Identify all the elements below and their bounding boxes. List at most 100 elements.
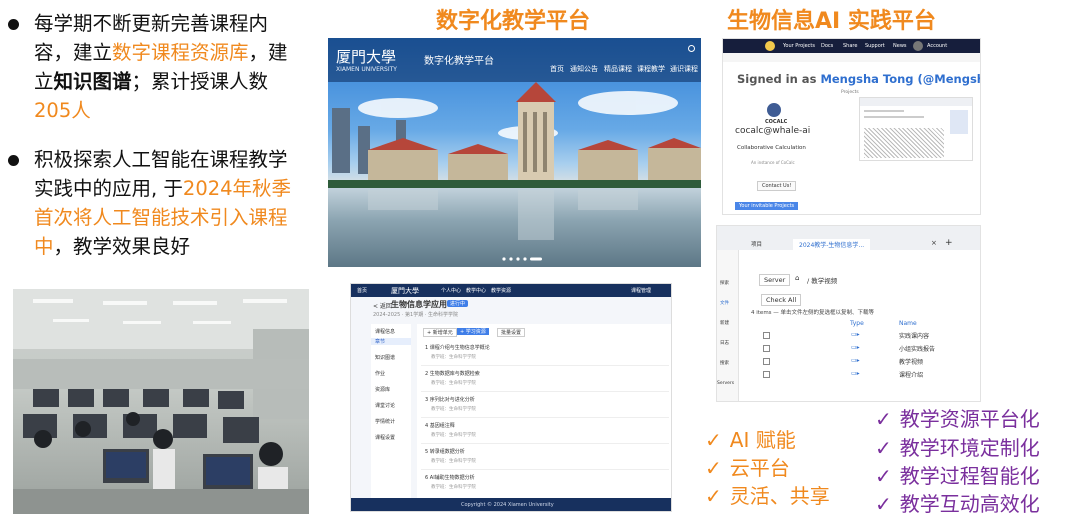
- sidebar-discussion[interactable]: 课堂讨论: [375, 402, 395, 409]
- avatar[interactable]: [913, 41, 923, 51]
- top-nav-personal[interactable]: 个人中心: [441, 287, 461, 294]
- table-row[interactable]: ▭▸ 课程介绍: [763, 369, 973, 380]
- sidebar-course-info[interactable]: 课程信息: [375, 328, 395, 335]
- table-row[interactable]: ▭▸ 小组实践报告: [763, 343, 973, 354]
- folder-name[interactable]: 实践课内容: [899, 331, 929, 340]
- course-status-badge: 进行中: [447, 300, 469, 307]
- projects-label: Projects: [841, 90, 859, 95]
- sidebar-homework[interactable]: 作业: [375, 370, 385, 377]
- check-ai-empower: ✓ AI 赋能: [705, 428, 796, 452]
- search-icon[interactable]: [688, 45, 695, 52]
- chapter-meta: 教学班：生命科学学院: [431, 459, 476, 464]
- close-icon[interactable]: ×: [931, 239, 937, 247]
- chapter-item-4[interactable]: 4 基因组注释 教学班：生命科学学院: [421, 420, 669, 444]
- batch-settings-button[interactable]: 批量设置: [497, 328, 526, 337]
- nav-notices[interactable]: 通知公告: [570, 64, 598, 74]
- folder-name[interactable]: 课程介绍: [899, 370, 923, 379]
- chapter-title: 6 AI辅助生物数据分析: [425, 475, 475, 481]
- menu-support[interactable]: Support: [865, 43, 885, 49]
- folder-icon: ▭▸: [851, 370, 860, 377]
- add-resource-button[interactable]: + 学习资源: [457, 328, 489, 335]
- cocalc-host: cocalc@whale-ai: [735, 126, 811, 136]
- bullet-dot: [8, 19, 19, 30]
- folder-icon: ▭▸: [851, 331, 860, 338]
- course-platform-screenshot: 首页 厦門大學 个人中心 教学中心 教学资源 课程管理 < 返回 生物信息学应用…: [350, 283, 672, 512]
- sidebar-log[interactable]: 日志: [720, 340, 729, 346]
- server-button[interactable]: Server: [759, 274, 791, 286]
- chapter-item-1[interactable]: 1 课程介绍与生物信息学概论 教学班：生命科学学院: [421, 342, 669, 366]
- menu-news[interactable]: News: [893, 43, 907, 49]
- chapter-item-3[interactable]: 3 序列比对与进化分析 教学班：生命科学学院: [421, 394, 669, 418]
- contact-us-button[interactable]: Contact Us!: [757, 181, 797, 191]
- folder-name[interactable]: 小组实践报告: [899, 344, 935, 353]
- user-link[interactable]: Mengsha Tong (@Mengsha): [820, 72, 980, 86]
- table-row[interactable]: ▭▸ 实践课内容: [763, 330, 973, 341]
- nav-featured-courses[interactable]: 精品课程: [604, 64, 632, 74]
- chapter-title: 2 生物数据库与数据检索: [425, 371, 480, 377]
- nav-course-teaching[interactable]: 课程教学: [637, 64, 665, 74]
- sidebar-chapters[interactable]: 章节: [371, 338, 411, 345]
- name-column-header[interactable]: Name: [899, 320, 917, 327]
- menu-docs[interactable]: Docs: [821, 43, 833, 49]
- sidebar-resource-lib[interactable]: 资源库: [375, 386, 390, 393]
- new-tab-icon[interactable]: +: [945, 238, 953, 248]
- folder-name[interactable]: 教学视频: [899, 357, 923, 366]
- footer-copyright: Copyright © 2024 Xiamen University: [461, 502, 554, 508]
- sidebar-settings[interactable]: 课程设置: [375, 434, 395, 441]
- tab-project[interactable]: 项目: [751, 240, 762, 248]
- bullet-2: 积极探索人工智能在课程教学实践中的应用, 于2024年秋季首次将人工智能技术引入…: [8, 145, 298, 261]
- top-nav-teaching[interactable]: 教学中心: [466, 287, 486, 294]
- course-sidebar: 课程信息 章节 知识图谱 作业 资源库 课堂讨论 学情统计 课程设置: [371, 324, 411, 511]
- top-nav-course-mgmt[interactable]: 课程管理: [631, 287, 651, 294]
- chapter-title: 4 基因组注释: [425, 423, 455, 429]
- table-row[interactable]: ▭▸ 教学视频: [763, 356, 973, 367]
- chapter-item-5[interactable]: 5 转录组数据分析 教学班：生命科学学院: [421, 446, 669, 470]
- sidebar-stats[interactable]: 学情统计: [375, 418, 395, 425]
- sidebar-search[interactable]: 搜索: [720, 360, 729, 366]
- check-icon: ✓: [705, 456, 722, 480]
- current-path: / 教学视频: [807, 277, 838, 285]
- check-interaction-efficiency: ✓ 教学互动高效化: [875, 492, 1040, 516]
- top-nav-resources[interactable]: 教学资源: [491, 287, 511, 294]
- cocalc-logo-icon[interactable]: [765, 41, 775, 51]
- sidebar-new[interactable]: 新建: [720, 320, 729, 326]
- check-flexible-sharing: ✓ 灵活、共享: [705, 484, 830, 508]
- cocalc-instance: An instance of CoCalc: [751, 160, 795, 165]
- nav-general-courses[interactable]: 通识课程: [670, 64, 698, 74]
- back-link[interactable]: < 返回: [373, 301, 392, 310]
- home-icon[interactable]: ⌂: [795, 274, 799, 282]
- signed-in-text: Signed in as Mengsha Tong (@Mengsha): [737, 72, 980, 86]
- nav-home[interactable]: 首页: [550, 64, 564, 74]
- xmu-logo: 厦門大學: [336, 48, 397, 66]
- chapter-title: 5 转录组数据分析: [425, 449, 465, 455]
- row-checkbox[interactable]: [763, 332, 770, 339]
- chapter-meta: 教学班：生命科学学院: [431, 355, 476, 360]
- chapter-item-2[interactable]: 2 生物数据库与数据检索 教学班：生命科学学院: [421, 368, 669, 392]
- check-icon: ✓: [705, 428, 722, 452]
- menu-share[interactable]: Share: [843, 43, 857, 49]
- sidebar-files[interactable]: 文件: [720, 300, 729, 306]
- check-all-button[interactable]: Check All: [761, 294, 802, 306]
- menu-projects[interactable]: Your Projects: [783, 43, 815, 49]
- tab-notebook[interactable]: 2024教学-生物信息学...: [793, 239, 871, 250]
- row-checkbox[interactable]: [763, 371, 770, 378]
- top-nav-home[interactable]: 首页: [357, 287, 367, 294]
- invitable-projects-button[interactable]: Your invitable Projects: [735, 202, 799, 210]
- row-checkbox[interactable]: [763, 358, 770, 365]
- menu-account[interactable]: Account: [927, 43, 947, 49]
- type-column-header[interactable]: Type: [850, 320, 864, 327]
- sidebar-servers[interactable]: Servers: [717, 381, 734, 386]
- add-unit-button[interactable]: + 新增单元: [423, 328, 457, 337]
- sidebar-explore[interactable]: 探索: [720, 280, 729, 286]
- cocalc-subbar: [723, 53, 980, 62]
- bullet-1: 每学期不断更新完善课程内容，建立数字课程资源库，建立知识图谱；累计授课人数205…: [8, 9, 298, 125]
- chapter-item-6[interactable]: 6 AI辅助生物数据分析 教学班：生命科学学院: [421, 472, 669, 496]
- digital-platform-title: 数字化教学平台: [436, 9, 591, 34]
- check-icon: ✓: [875, 407, 892, 431]
- campus-website-screenshot: 厦門大學 XIAMEN UNIVERSITY 数字化教学平台 首页 通知公告 精…: [328, 38, 701, 267]
- sidebar-knowledge-graph[interactable]: 知识图谱: [375, 354, 395, 361]
- check-icon: ✓: [875, 436, 892, 460]
- cocalc-brand-icon: [767, 103, 781, 117]
- chapter-meta: 教学班：生命科学学院: [431, 485, 476, 490]
- row-checkbox[interactable]: [763, 345, 770, 352]
